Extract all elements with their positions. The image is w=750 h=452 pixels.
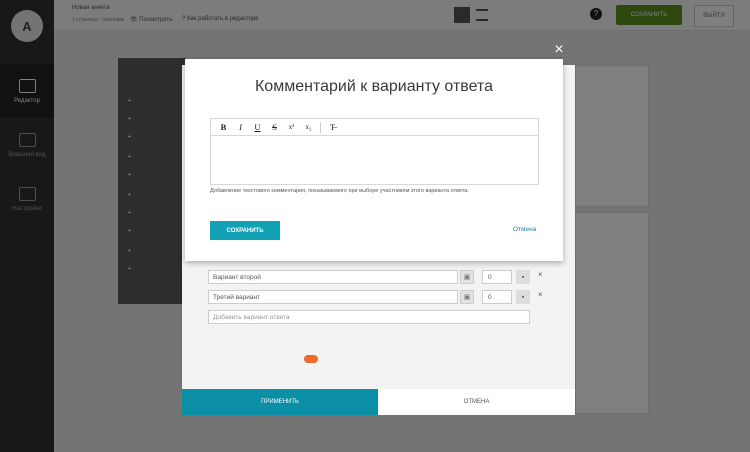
question-types-panel: + + + + + + + + + + <box>118 58 186 304</box>
comment-modal: Комментарий к варианту ответа B I U S x²… <box>185 59 563 261</box>
option-score-input[interactable]: 0 <box>482 270 512 284</box>
clear-format-icon[interactable]: T̶ <box>324 119 341 136</box>
close-icon[interactable]: × <box>538 270 543 279</box>
modal-title: Комментарий к варианту ответа <box>254 78 493 95</box>
toolbar-divider <box>320 121 321 133</box>
camera-icon[interactable]: ▣ <box>460 270 474 284</box>
comment-editor: B I U S x² x₂ T̶ <box>210 118 539 185</box>
camera-icon[interactable]: ▣ <box>460 290 474 304</box>
option-input[interactable]: Вариант второй <box>208 270 458 284</box>
save-button[interactable]: СОХРАНИТЬ <box>210 221 280 240</box>
cancel-button[interactable]: ОТМЕНА <box>378 389 575 415</box>
comment-icon[interactable]: ▪ <box>516 290 530 304</box>
option-score-input[interactable]: 0 <box>482 290 512 304</box>
underline-icon[interactable]: U <box>249 119 266 136</box>
add-option-input[interactable]: Добавить вариант ответа <box>208 310 530 324</box>
toggle-switch[interactable] <box>304 355 318 363</box>
superscript-icon[interactable]: x² <box>283 119 300 136</box>
cancel-link[interactable]: Отмена <box>513 226 536 233</box>
comment-textarea[interactable] <box>211 136 538 184</box>
apply-button[interactable]: ПРИМЕНИТЬ <box>182 389 378 415</box>
comment-icon[interactable]: ▪ <box>516 270 530 284</box>
strikethrough-icon[interactable]: S <box>266 119 283 136</box>
option-input[interactable]: Третий вариант <box>208 290 458 304</box>
subscript-icon[interactable]: x₂ <box>300 119 317 136</box>
italic-icon[interactable]: I <box>232 119 249 136</box>
help-text: Добавление текстового комментария, показ… <box>210 188 469 194</box>
editor-toolbar: B I U S x² x₂ T̶ <box>211 119 538 136</box>
close-icon[interactable]: × <box>538 290 543 299</box>
close-icon[interactable]: × <box>551 42 567 58</box>
bold-icon[interactable]: B <box>215 119 232 136</box>
